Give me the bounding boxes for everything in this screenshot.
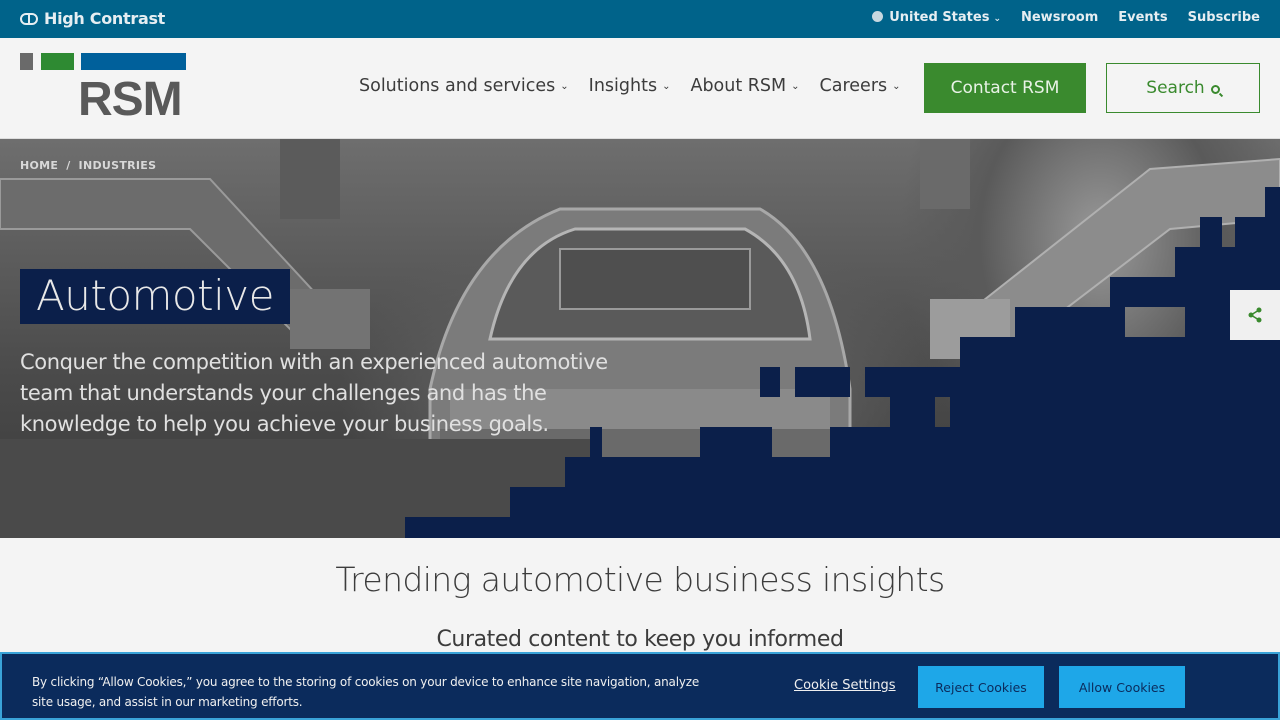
logo-bar-green — [41, 53, 74, 70]
logo-text: RSM — [78, 73, 183, 126]
utility-links: United States ⌄ Newsroom Events Subscribe — [872, 10, 1260, 25]
logo-bar-gray — [20, 53, 33, 70]
nav-solutions-and-services[interactable]: Solutions and services ⌄ — [359, 76, 569, 96]
rsm-logo[interactable]: RSM — [20, 53, 186, 126]
events-link[interactable]: Events — [1118, 10, 1167, 25]
chevron-down-icon: ⌄ — [560, 81, 569, 92]
utility-bar: High Contrast United States ⌄ Newsroom Ev… — [0, 0, 1280, 38]
cookie-banner: By clicking “Allow Cookies,” you agree t… — [0, 652, 1280, 720]
search-icon — [1210, 84, 1220, 94]
section-heading: Trending automotive business insights — [335, 560, 945, 599]
section-subheading: Curated content to keep you informed — [436, 627, 844, 652]
nav-careers[interactable]: Careers ⌄ — [820, 76, 901, 96]
nav-label: About RSM — [690, 76, 787, 96]
cookie-text: By clicking “Allow Cookies,” you agree t… — [32, 675, 700, 709]
nav-insights[interactable]: Insights ⌄ — [589, 76, 671, 96]
hero-background-image — [0, 139, 1280, 538]
high-contrast-label: High Contrast — [44, 9, 166, 28]
reject-cookies-button[interactable]: Reject Cookies — [918, 666, 1044, 708]
allow-cookies-button[interactable]: Allow Cookies — [1059, 666, 1185, 708]
nav-label: Careers — [819, 76, 888, 96]
hero-subtitle: Conquer the competition with an experien… — [20, 350, 608, 436]
chevron-down-icon: ⌄ — [791, 81, 800, 92]
high-contrast-toggle[interactable]: High Contrast — [20, 9, 165, 28]
globe-icon — [872, 11, 884, 22]
chevron-down-icon: ⌄ — [892, 81, 901, 92]
page-title: Automotive — [20, 269, 290, 324]
breadcrumb: HOME / INDUSTRIES — [20, 159, 156, 172]
contact-rsm-button[interactable]: Contact RSM — [924, 63, 1086, 113]
nav-about-rsm[interactable]: About RSM ⌄ — [690, 76, 799, 96]
search-label: Search — [1146, 78, 1205, 98]
main-nav: Solutions and services ⌄ Insights ⌄ About … — [359, 76, 901, 96]
newsroom-link[interactable]: Newsroom — [1021, 10, 1098, 25]
nav-label: Insights — [588, 76, 658, 96]
breadcrumb-home[interactable]: HOME — [20, 159, 58, 172]
hero-banner: HOME / INDUSTRIES Automotive Conquer the… — [0, 139, 1280, 538]
chevron-down-icon: ⌄ — [993, 14, 1001, 24]
high-contrast-icon — [20, 12, 38, 25]
breadcrumb-industries[interactable]: INDUSTRIES — [79, 159, 157, 172]
share-icon — [1248, 307, 1262, 323]
site-header: RSM Solutions and services ⌄ Insights ⌄ Ab… — [0, 38, 1280, 139]
cookie-settings-link[interactable]: Cookie Settings — [794, 678, 896, 693]
logo-bar-blue — [81, 53, 186, 70]
subscribe-link[interactable]: Subscribe — [1188, 10, 1260, 25]
region-label: United States — [889, 10, 990, 25]
region-selector[interactable]: United States ⌄ — [872, 10, 1001, 25]
nav-label: Solutions and services — [359, 76, 556, 96]
chevron-down-icon: ⌄ — [662, 81, 671, 92]
share-button[interactable] — [1230, 290, 1280, 340]
search-button[interactable]: Search — [1106, 63, 1260, 113]
breadcrumb-separator: / — [66, 159, 71, 172]
